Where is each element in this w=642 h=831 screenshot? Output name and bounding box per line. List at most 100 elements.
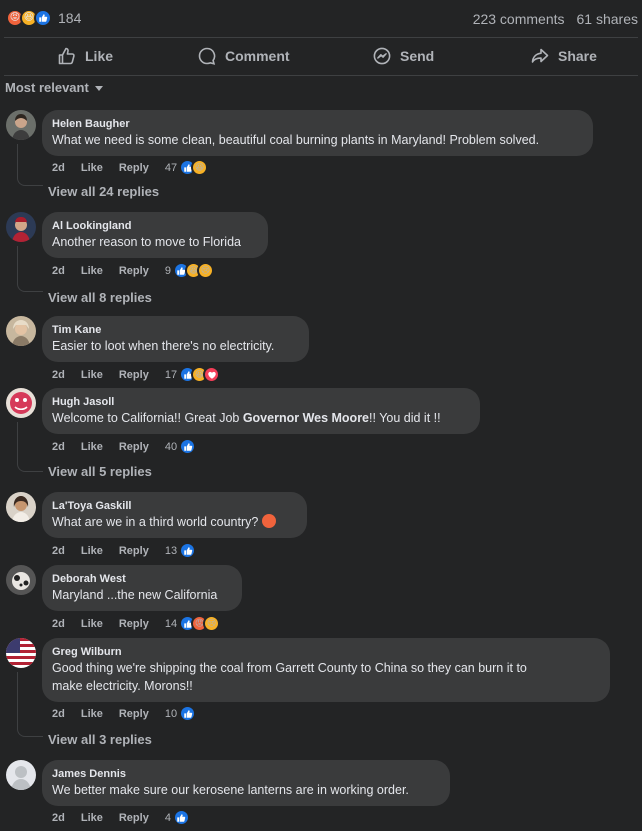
comments-count-link[interactable]: 223 comments [473, 11, 565, 27]
avatar[interactable] [6, 212, 36, 242]
comment-reply-button[interactable]: Reply [119, 618, 149, 630]
comment-meta: 2d Like Reply 14 😡 😢 [52, 615, 221, 632]
comment-reply-button[interactable]: Reply [119, 545, 149, 557]
thread-line [17, 246, 18, 282]
comment-reactions[interactable] [172, 809, 190, 826]
thread-connector [17, 462, 43, 472]
view-replies-link[interactable]: View all 8 replies [48, 290, 152, 305]
comment-bubble: James Dennis We better make sure our ker… [42, 760, 450, 806]
share-button[interactable]: Share [530, 38, 597, 74]
comment-timestamp[interactable]: 2d [52, 265, 65, 277]
like-reaction-icon [172, 809, 190, 826]
thread-connector [17, 176, 43, 186]
comment-timestamp[interactable]: 2d [52, 708, 65, 720]
comment-like-button[interactable]: Like [81, 369, 103, 381]
comment-like-button[interactable]: Like [81, 441, 103, 453]
comment-icon [198, 47, 216, 65]
view-replies-link[interactable]: View all 24 replies [48, 184, 159, 199]
send-button-label: Send [400, 48, 435, 64]
comment-author[interactable]: Helen Baugher [52, 117, 583, 131]
thumbs-up-icon [58, 47, 75, 65]
avatar[interactable] [6, 492, 36, 522]
avatar[interactable] [6, 760, 36, 790]
comment-reactions[interactable]: 😆 😢 [172, 262, 214, 279]
comment-like-button[interactable]: Like [81, 162, 103, 174]
thread-connector [17, 282, 43, 292]
angry-emoji-icon [261, 514, 276, 528]
send-button[interactable]: Send [372, 38, 434, 74]
comment-bubble: La'Toya Gaskill What are we in a third w… [42, 492, 307, 538]
thread-line [17, 422, 18, 462]
avatar[interactable] [6, 110, 36, 140]
comment-sort-dropdown[interactable]: Most relevant [5, 80, 103, 95]
comment-reaction-count: 10 [164, 707, 178, 720]
shares-count-link[interactable]: 61 shares [577, 11, 638, 27]
comment-text-line: Good thing we're shipping the coal from … [52, 661, 527, 675]
like-button[interactable]: Like [57, 38, 113, 74]
comment-timestamp[interactable]: 2d [52, 545, 65, 557]
comment-like-button[interactable]: Like [81, 812, 103, 824]
comment-bubble: Helen Baugher What we need is some clean… [42, 110, 593, 156]
comment-like-button[interactable]: Like [81, 265, 103, 277]
comment-author[interactable]: Greg Wilburn [52, 645, 600, 659]
avatar[interactable] [6, 638, 36, 668]
comment-timestamp[interactable]: 2d [52, 162, 65, 174]
comment-bubble: Deborah West Maryland ...the new Califor… [42, 565, 242, 611]
comment-meta: 2d Like Reply 40 [52, 438, 197, 455]
comment-reactions[interactable] [179, 438, 197, 455]
comment-author[interactable]: Tim Kane [52, 323, 299, 337]
comment-reply-button[interactable]: Reply [119, 708, 149, 720]
comment-author[interactable]: James Dennis [52, 767, 440, 781]
reactions-summary[interactable]: 😡 😆 184 [6, 9, 81, 27]
comment-like-button[interactable]: Like [81, 708, 103, 720]
comment-author[interactable]: La'Toya Gaskill [52, 499, 297, 513]
comment-reaction-count: 9 [164, 264, 171, 277]
view-replies-link[interactable]: View all 5 replies [48, 464, 152, 479]
comment-reply-button[interactable]: Reply [119, 441, 149, 453]
comment-text: Easier to loot when there's no electrici… [52, 339, 275, 353]
comment-meta: 2d Like Reply 9 😆 😢 [52, 262, 214, 279]
comment-like-button[interactable]: Like [81, 618, 103, 630]
view-replies-link[interactable]: View all 3 replies [48, 732, 152, 747]
comment-meta: 2d Like Reply 4 [52, 809, 190, 826]
comment-reply-button[interactable]: Reply [119, 162, 149, 174]
comment-reactions[interactable] [179, 542, 197, 559]
comment-meta: 2d Like Reply 10 [52, 705, 197, 722]
comment-reactions[interactable]: 😆 [179, 366, 221, 383]
avatar[interactable] [6, 388, 36, 418]
comment-button[interactable]: Comment [197, 38, 290, 74]
comment-author[interactable]: Hugh Jasoll [52, 395, 470, 409]
mention-link[interactable]: Governor Wes Moore [243, 411, 369, 425]
messenger-icon [373, 47, 391, 65]
comment-timestamp[interactable]: 2d [52, 618, 65, 630]
comment-timestamp[interactable]: 2d [52, 441, 65, 453]
comment-reaction-count: 13 [164, 544, 178, 557]
comment-bubble: Al Lookingland Another reason to move to… [42, 212, 268, 258]
comment-like-button[interactable]: Like [81, 545, 103, 557]
comment-reaction-count: 47 [164, 161, 178, 174]
comment-reactions[interactable]: 😆 [179, 159, 209, 176]
comment-text: Another reason to move to Florida [52, 235, 241, 249]
comment-reactions[interactable] [179, 705, 197, 722]
share-arrow-icon [531, 48, 549, 63]
comment-reply-button[interactable]: Reply [119, 265, 149, 277]
comment-button-label: Comment [225, 48, 290, 64]
comment-reply-button[interactable]: Reply [119, 369, 149, 381]
comment-text: Maryland ...the new California [52, 588, 218, 602]
comment-reply-button[interactable]: Reply [119, 812, 149, 824]
love-reaction-icon [203, 366, 221, 383]
comment-text: We better make sure our kerosene lantern… [52, 783, 409, 797]
comment-author[interactable]: Deborah West [52, 572, 232, 586]
sort-label: Most relevant [5, 80, 89, 95]
comment-author[interactable]: Al Lookingland [52, 219, 258, 233]
avatar[interactable] [6, 316, 36, 346]
comment-reactions[interactable]: 😡 😢 [179, 615, 221, 632]
comment-reaction-count: 14 [164, 617, 178, 630]
reaction-count: 184 [58, 10, 82, 26]
comment-bubble: Greg Wilburn Good thing we're shipping t… [42, 638, 610, 702]
like-reaction-icon [179, 542, 197, 559]
avatar[interactable] [6, 565, 36, 595]
comment-timestamp[interactable]: 2d [52, 812, 65, 824]
divider [4, 75, 638, 76]
comment-timestamp[interactable]: 2d [52, 369, 65, 381]
